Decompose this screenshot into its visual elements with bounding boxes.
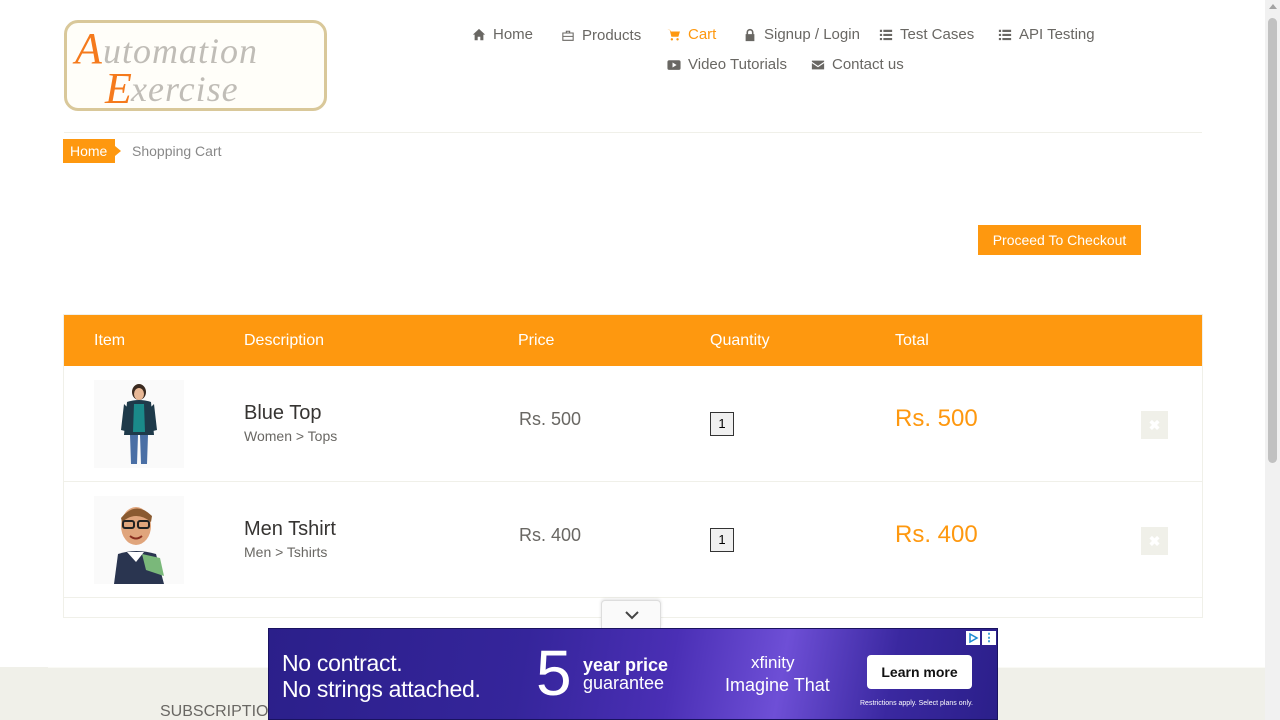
ad-menu-icon[interactable]: ⋮ xyxy=(982,631,996,645)
product-image-men-tshirt[interactable] xyxy=(94,496,184,584)
ad-fine-print: Restrictions apply. Select plans only. xyxy=(860,700,973,707)
scroll-up-arrow-icon[interactable] xyxy=(1268,4,1277,9)
briefcase-icon xyxy=(562,30,574,41)
cart-table: Item Description Price Quantity Total Bl… xyxy=(63,314,1203,618)
nav-video-tutorials[interactable]: Video Tutorials xyxy=(667,56,787,73)
list-icon xyxy=(879,29,893,40)
scrollbar-thumb[interactable] xyxy=(1268,18,1277,463)
lock-icon xyxy=(745,28,755,41)
site-logo[interactable]: A utomation E xercise xyxy=(64,20,327,111)
adchoices-icon[interactable] xyxy=(966,631,980,645)
ad-learn-more-button[interactable]: Learn more xyxy=(867,655,972,689)
product-price: Rs. 400 xyxy=(519,525,582,545)
play-triangle-icon xyxy=(969,632,979,644)
delete-item-button[interactable]: ✖ xyxy=(1141,411,1168,439)
nav-products-label: Products xyxy=(582,27,642,44)
chevron-down-icon xyxy=(625,611,639,620)
nav-test-cases-label: Test Cases xyxy=(900,26,975,43)
logo-graphic: A utomation E xercise xyxy=(72,24,257,108)
header-description: Description xyxy=(244,332,325,349)
nav-home-label: Home xyxy=(493,26,534,43)
header-item: Item xyxy=(94,332,126,349)
product-total: Rs. 500 xyxy=(895,405,978,432)
logo-line2: xercise xyxy=(130,69,239,108)
proceed-to-checkout-button[interactable]: Proceed To Checkout xyxy=(978,225,1141,255)
ad-guarantee: guarantee xyxy=(583,673,665,693)
ad-headline-line1: No contract. xyxy=(282,650,403,676)
nav-signup-login-label: Signup / Login xyxy=(764,26,860,43)
header-price: Price xyxy=(518,332,555,349)
header-quantity: Quantity xyxy=(710,332,770,349)
product-image-blue-top[interactable] xyxy=(94,380,184,468)
table-row: Men Tshirt Men > Tshirts Rs. 400 1 Rs. 4… xyxy=(64,482,1202,598)
list-icon xyxy=(998,29,1012,40)
product-total: Rs. 400 xyxy=(895,521,978,548)
cart-table-header: Item Description Price Quantity Total xyxy=(64,315,1202,366)
nav-home[interactable]: Home xyxy=(472,26,533,43)
nav-products[interactable]: Products xyxy=(561,27,641,44)
nav-signup-login[interactable]: Signup / Login xyxy=(743,26,860,43)
ad-collapse-button[interactable] xyxy=(601,600,661,628)
product-name[interactable]: Blue Top xyxy=(244,402,321,425)
logo-initial-e: E xyxy=(104,64,132,108)
breadcrumb-home[interactable]: Home xyxy=(63,139,122,163)
ad-brand: xfinity xyxy=(751,653,795,672)
logo-initial-a: A xyxy=(72,24,103,73)
ad-headline-line2: No strings attached. xyxy=(282,676,481,702)
nav-api-testing[interactable]: API Testing xyxy=(998,26,1095,43)
youtube-icon xyxy=(667,59,681,70)
product-category: Men > Tshirts xyxy=(244,544,328,560)
ad-big-number: 5 xyxy=(536,637,572,709)
header-total: Total xyxy=(895,332,929,349)
product-price: Rs. 500 xyxy=(519,409,582,429)
subscription-heading: SUBSCRIPTION xyxy=(160,703,281,720)
nav-contact-us[interactable]: Contact us xyxy=(811,56,904,73)
ad-tagline: Imagine That xyxy=(725,675,830,695)
table-row: Blue Top Women > Tops Rs. 500 1 Rs. 500 … xyxy=(64,366,1202,482)
envelope-icon xyxy=(811,60,825,69)
nav-cart-label: Cart xyxy=(688,26,717,43)
cart-icon xyxy=(667,29,680,41)
quantity-box: 1 xyxy=(710,528,734,552)
product-category: Women > Tops xyxy=(244,428,338,444)
breadcrumb-current: Shopping Cart xyxy=(132,143,222,159)
nav-test-cases[interactable]: Test Cases xyxy=(879,26,974,43)
nav-video-tutorials-label: Video Tutorials xyxy=(688,56,787,73)
home-icon xyxy=(472,28,486,40)
quantity-box: 1 xyxy=(710,412,734,436)
nav-contact-us-label: Contact us xyxy=(832,56,904,73)
delete-item-button[interactable]: ✖ xyxy=(1141,527,1168,555)
nav-api-testing-label: API Testing xyxy=(1019,26,1095,43)
nav-cart[interactable]: Cart xyxy=(667,26,716,43)
ad-banner[interactable]: No contract. No strings attached. 5 year… xyxy=(268,628,998,720)
header-divider xyxy=(64,132,1202,133)
product-name[interactable]: Men Tshirt xyxy=(244,518,336,541)
